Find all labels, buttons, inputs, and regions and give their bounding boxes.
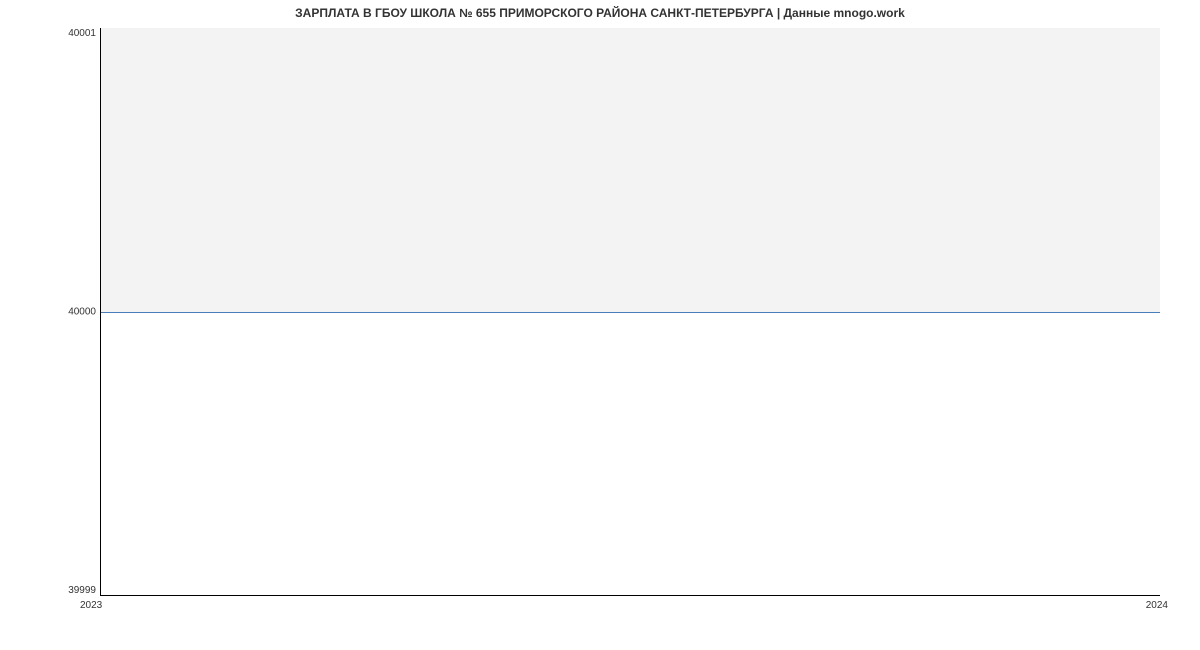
plot-area xyxy=(100,28,1160,596)
y-tick-bot: 39999 xyxy=(68,585,96,596)
salary-chart: ЗАРПЛАТА В ГБОУ ШКОЛА № 655 ПРИМОРСКОГО … xyxy=(0,0,1200,650)
y-tick-mid: 40000 xyxy=(68,307,96,318)
y-tick-top: 40001 xyxy=(68,28,96,39)
x-tick-right: 2024 xyxy=(1146,600,1168,611)
grid-band xyxy=(101,28,1160,312)
x-tick-left: 2023 xyxy=(80,600,102,611)
data-series-line xyxy=(101,312,1160,313)
chart-title: ЗАРПЛАТА В ГБОУ ШКОЛА № 655 ПРИМОРСКОГО … xyxy=(0,6,1200,20)
